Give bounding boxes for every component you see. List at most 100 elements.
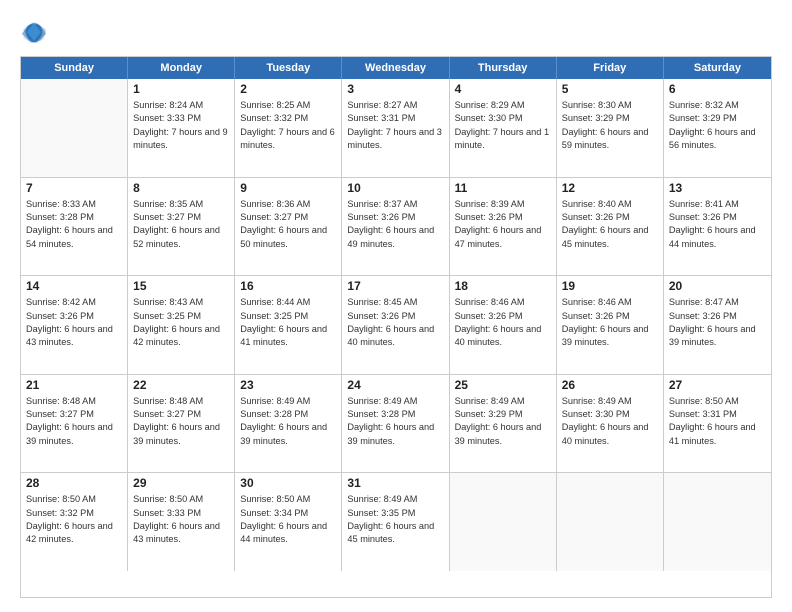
day-number: 28	[26, 476, 122, 490]
calendar-cell: 12 Sunrise: 8:40 AMSunset: 3:26 PMDayligh…	[557, 178, 664, 276]
calendar-cell: 17Sunrise: 8:45 AMSunset: 3:26 PMDayligh…	[342, 276, 449, 374]
calendar-cell	[21, 79, 128, 177]
cell-info-line: Sunrise: 8:36 AM	[240, 198, 336, 211]
cell-info-line: Daylight: 7 hours and 3 minutes.	[347, 126, 443, 153]
cell-info-line: Sunset: 3:33 PM	[133, 507, 229, 520]
weekday-header-thursday: Thursday	[450, 57, 557, 79]
cell-info-line: Daylight: 6 hours and 39 minutes.	[240, 421, 336, 448]
cell-info-line: Sunset: 3:27 PM	[240, 211, 336, 224]
calendar-cell: 20Sunrise: 8:47 AMSunset: 3:26 PMDayligh…	[664, 276, 771, 374]
day-number: 27	[669, 378, 766, 392]
header	[20, 18, 772, 46]
cell-info-line: Daylight: 6 hours and 47 minutes.	[455, 224, 551, 251]
calendar-cell: 8Sunrise: 8:35 AMSunset: 3:27 PMDaylight…	[128, 178, 235, 276]
weekday-header-tuesday: Tuesday	[235, 57, 342, 79]
day-number: 26	[562, 378, 658, 392]
cell-info-line: Sunrise: 8:44 AM	[240, 296, 336, 309]
day-number: 31	[347, 476, 443, 490]
cell-info-line: Sunrise: 8:48 AM	[26, 395, 122, 408]
day-number: 30	[240, 476, 336, 490]
cell-info-line: Sunset: 3:26 PM	[26, 310, 122, 323]
cell-info-line: Sunrise: 8:37 AM	[347, 198, 443, 211]
calendar-cell: 3Sunrise: 8:27 AMSunset: 3:31 PMDaylight…	[342, 79, 449, 177]
cell-info-line: Sunrise: 8:42 AM	[26, 296, 122, 309]
cell-info-line: Daylight: 6 hours and 45 minutes.	[347, 520, 443, 547]
day-number: 24	[347, 378, 443, 392]
calendar-cell	[664, 473, 771, 571]
day-number: 12	[562, 181, 658, 195]
cell-info-line: Daylight: 6 hours and 42 minutes.	[26, 520, 122, 547]
calendar-cell: 11Sunrise: 8:39 AMSunset: 3:26 PMDayligh…	[450, 178, 557, 276]
cell-info-line: Sunset: 3:25 PM	[133, 310, 229, 323]
cell-info-line: Sunset: 3:29 PM	[455, 408, 551, 421]
cell-info-line: Sunrise: 8:50 AM	[133, 493, 229, 506]
cell-info-line: Daylight: 6 hours and 42 minutes.	[133, 323, 229, 350]
calendar-cell: 5Sunrise: 8:30 AMSunset: 3:29 PMDaylight…	[557, 79, 664, 177]
cell-info-line: Sunset: 3:27 PM	[26, 408, 122, 421]
calendar-cell: 28Sunrise: 8:50 AMSunset: 3:32 PMDayligh…	[21, 473, 128, 571]
cell-info-line: Sunrise: 8:49 AM	[455, 395, 551, 408]
cell-info-line: Daylight: 6 hours and 39 minutes.	[133, 421, 229, 448]
cell-info-line: Daylight: 6 hours and 39 minutes.	[347, 421, 443, 448]
cell-info-line: Daylight: 6 hours and 39 minutes.	[669, 323, 766, 350]
cell-info-line: Daylight: 6 hours and 43 minutes.	[26, 323, 122, 350]
day-number: 15	[133, 279, 229, 293]
weekday-header-friday: Friday	[557, 57, 664, 79]
cell-info-line: Daylight: 6 hours and 52 minutes.	[133, 224, 229, 251]
cell-info-line: Sunset: 3:35 PM	[347, 507, 443, 520]
cell-info-line: Sunrise: 8:50 AM	[669, 395, 766, 408]
day-number: 29	[133, 476, 229, 490]
cell-info-line: Sunset: 3:27 PM	[133, 211, 229, 224]
cell-info-line: Sunrise: 8:24 AM	[133, 99, 229, 112]
cell-info-line: Sunrise: 8:41 AM	[669, 198, 766, 211]
cell-info-line: Daylight: 6 hours and 50 minutes.	[240, 224, 336, 251]
calendar-cell: 7Sunrise: 8:33 AMSunset: 3:28 PMDaylight…	[21, 178, 128, 276]
cell-info-line: Sunrise: 8:46 AM	[562, 296, 658, 309]
day-number: 10	[347, 181, 443, 195]
cell-info-line: Sunset: 3:26 PM	[669, 310, 766, 323]
cell-info-line: Daylight: 7 hours and 9 minutes.	[133, 126, 229, 153]
cell-info-line: Sunset: 3:31 PM	[669, 408, 766, 421]
cell-info-line: Daylight: 6 hours and 39 minutes.	[26, 421, 122, 448]
page: SundayMondayTuesdayWednesdayThursdayFrid…	[0, 0, 792, 612]
cell-info-line: Sunset: 3:26 PM	[562, 211, 658, 224]
cell-info-line: Sunset: 3:28 PM	[347, 408, 443, 421]
calendar-cell: 15Sunrise: 8:43 AMSunset: 3:25 PMDayligh…	[128, 276, 235, 374]
day-number: 22	[133, 378, 229, 392]
day-number: 11	[455, 181, 551, 195]
cell-info-line: Sunset: 3:33 PM	[133, 112, 229, 125]
cell-info-line: Daylight: 6 hours and 40 minutes.	[562, 421, 658, 448]
calendar-row-2: 14Sunrise: 8:42 AMSunset: 3:26 PMDayligh…	[21, 276, 771, 375]
cell-info-line: Sunrise: 8:39 AM	[455, 198, 551, 211]
cell-info-line: Sunset: 3:26 PM	[562, 310, 658, 323]
cell-info-line: Sunrise: 8:49 AM	[347, 493, 443, 506]
day-number: 8	[133, 181, 229, 195]
calendar-body: 1Sunrise: 8:24 AMSunset: 3:33 PMDaylight…	[21, 79, 771, 571]
cell-info-line: Sunrise: 8:49 AM	[240, 395, 336, 408]
calendar-cell: 24Sunrise: 8:49 AMSunset: 3:28 PMDayligh…	[342, 375, 449, 473]
cell-info-line: Sunrise: 8:50 AM	[240, 493, 336, 506]
cell-info-line: Sunrise: 8:33 AM	[26, 198, 122, 211]
cell-info-line: Daylight: 6 hours and 45 minutes.	[562, 224, 658, 251]
day-number: 17	[347, 279, 443, 293]
cell-info-line: Sunset: 3:30 PM	[455, 112, 551, 125]
weekday-header-monday: Monday	[128, 57, 235, 79]
cell-info-line: Sunrise: 8:32 AM	[669, 99, 766, 112]
calendar-cell: 14Sunrise: 8:42 AMSunset: 3:26 PMDayligh…	[21, 276, 128, 374]
cell-info-line: Daylight: 6 hours and 41 minutes.	[669, 421, 766, 448]
calendar-cell: 16Sunrise: 8:44 AMSunset: 3:25 PMDayligh…	[235, 276, 342, 374]
weekday-header-wednesday: Wednesday	[342, 57, 449, 79]
calendar-row-4: 28Sunrise: 8:50 AMSunset: 3:32 PMDayligh…	[21, 473, 771, 571]
calendar-cell: 10Sunrise: 8:37 AMSunset: 3:26 PMDayligh…	[342, 178, 449, 276]
cell-info-line: Sunset: 3:31 PM	[347, 112, 443, 125]
cell-info-line: Sunrise: 8:50 AM	[26, 493, 122, 506]
calendar-cell: 4Sunrise: 8:29 AMSunset: 3:30 PMDaylight…	[450, 79, 557, 177]
cell-info-line: Sunset: 3:25 PM	[240, 310, 336, 323]
calendar-cell: 18Sunrise: 8:46 AMSunset: 3:26 PMDayligh…	[450, 276, 557, 374]
day-number: 3	[347, 82, 443, 96]
cell-info-line: Daylight: 7 hours and 1 minute.	[455, 126, 551, 153]
day-number: 16	[240, 279, 336, 293]
cell-info-line: Sunrise: 8:48 AM	[133, 395, 229, 408]
cell-info-line: Sunrise: 8:40 AM	[562, 198, 658, 211]
day-number: 19	[562, 279, 658, 293]
